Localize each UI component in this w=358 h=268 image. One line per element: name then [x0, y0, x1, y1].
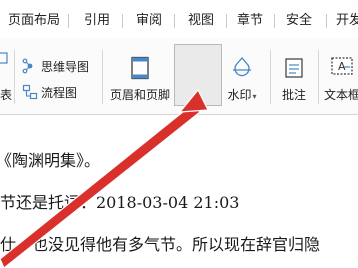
watermark-button[interactable]: 水印▾: [222, 40, 262, 102]
header-footer-button[interactable]: 页眉和页脚: [108, 40, 172, 102]
comment-button[interactable]: 批注: [276, 40, 312, 102]
group-separator: [102, 50, 103, 104]
tab-page-layout[interactable]: 页面布局: [8, 12, 60, 30]
header-footer-label: 页眉和页脚: [109, 88, 170, 102]
tab-chapter[interactable]: 章节: [237, 12, 263, 30]
document-line: 仕，也没见得他有多气节。所以现在辞官归隐: [0, 235, 321, 254]
tab-references[interactable]: 引用: [84, 12, 110, 30]
comment-icon: [285, 58, 303, 78]
flowchart-icon: [22, 84, 38, 100]
tab-review[interactable]: 审阅: [136, 12, 162, 30]
flowchart-label: 流程图: [41, 85, 78, 100]
tab-developer[interactable]: 开发: [336, 12, 358, 30]
textbox-button[interactable]: A 文本框: [322, 40, 358, 102]
document-line: 《陶渊明集》。: [0, 151, 101, 170]
table-icon: [0, 52, 8, 64]
watermark-icon: [233, 57, 251, 77]
textbox-icon: A: [331, 57, 353, 75]
header-footer-icon: [131, 56, 149, 80]
flowchart-button[interactable]: 流程图: [22, 82, 77, 102]
tab-separator: [226, 14, 227, 28]
tab-separator: [68, 14, 69, 28]
group-separator: [270, 50, 271, 104]
partial-left-label[interactable]: 表: [0, 84, 12, 104]
watermark-label: 水印▾: [227, 88, 257, 102]
group-separator: [14, 50, 15, 104]
tab-separator: [174, 14, 175, 28]
tab-view[interactable]: 视图: [188, 12, 214, 30]
group-separator: [318, 50, 319, 104]
tab-separator: [326, 14, 327, 28]
mindmap-label: 思维导图: [41, 59, 90, 74]
document-area[interactable]: 《陶渊明集》。 节还是托词：2018-03-04 21:03 仕，也没见得他有多…: [0, 115, 358, 268]
tab-security[interactable]: 安全: [286, 12, 312, 30]
mindmap-icon: [22, 58, 33, 74]
document-line: 节还是托词：2018-03-04 21:03: [0, 193, 240, 212]
textbox-label: 文本框: [324, 88, 358, 102]
tab-separator: [122, 14, 123, 28]
tab-separator: [274, 14, 275, 28]
partial-left-icon[interactable]: [0, 48, 11, 68]
comment-label: 批注: [281, 88, 306, 102]
page-number-hover-highlight: [174, 44, 222, 106]
mindmap-button[interactable]: 思维导图: [22, 56, 89, 76]
ribbon-tab-bar: 页面布局 引用 审阅 视图 章节 安全 开发: [0, 0, 358, 39]
